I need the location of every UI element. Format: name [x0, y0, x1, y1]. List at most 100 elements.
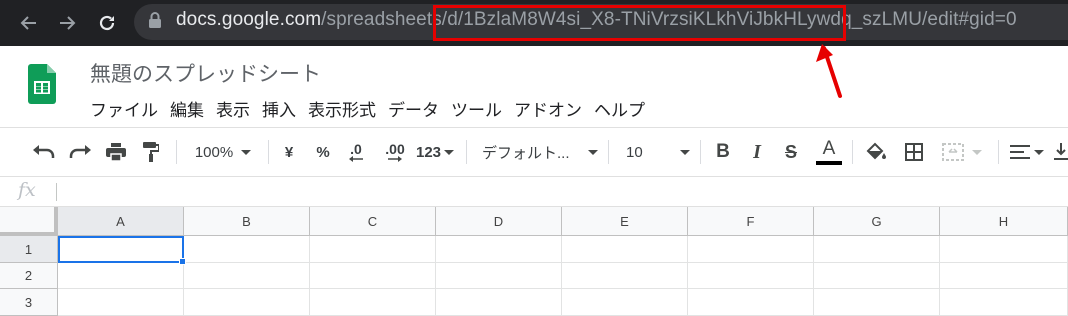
zoom-select[interactable]: 100%: [186, 128, 260, 176]
cell-c2[interactable]: [310, 263, 436, 289]
font-size-select[interactable]: 10: [626, 128, 690, 176]
column-header-h[interactable]: H: [940, 207, 1068, 236]
column-header-e[interactable]: E: [562, 207, 688, 236]
text-color-label: A: [822, 137, 836, 159]
toolbar-divider: [608, 140, 609, 164]
strikethrough-button[interactable]: S: [778, 128, 804, 176]
italic-label: I: [753, 140, 761, 163]
cell-b2[interactable]: [184, 263, 310, 289]
text-color-button[interactable]: A: [814, 128, 844, 176]
italic-button[interactable]: I: [744, 128, 770, 176]
percent-button[interactable]: %: [310, 128, 336, 176]
print-icon[interactable]: [102, 128, 130, 176]
column-header-c[interactable]: C: [310, 207, 436, 236]
cell-g3[interactable]: [814, 289, 940, 316]
cell-a3[interactable]: [58, 289, 184, 316]
row-header-3[interactable]: 3: [0, 289, 58, 316]
toolbar-divider: [176, 140, 177, 164]
font-size-value: 10: [626, 143, 643, 161]
cell-b1[interactable]: [184, 236, 310, 263]
toolbar-divider: [268, 140, 269, 164]
chevron-down-icon: [588, 149, 598, 155]
menu-edit[interactable]: 編集: [170, 96, 204, 121]
lock-icon: [148, 11, 162, 33]
column-header-b[interactable]: B: [184, 207, 310, 236]
merge-cells-icon[interactable]: [938, 128, 986, 176]
decrease-decimal-button[interactable]: .0: [342, 128, 370, 176]
sheets-logo-icon[interactable]: [28, 64, 56, 108]
chevron-down-icon: [444, 149, 455, 155]
menu-file[interactable]: ファイル: [90, 96, 158, 121]
cell-f2[interactable]: [688, 263, 814, 289]
font-select[interactable]: デフォルト...: [482, 128, 598, 176]
chevron-down-icon: [1034, 149, 1044, 155]
menu-help[interactable]: ヘルプ: [594, 96, 645, 121]
increase-decimal-button[interactable]: .00: [378, 128, 412, 176]
column-header-d[interactable]: D: [436, 207, 562, 236]
cell-d1[interactable]: [436, 236, 562, 263]
vertical-align-icon[interactable]: [1054, 128, 1068, 176]
strikethrough-label: S: [784, 141, 797, 162]
cell-g2[interactable]: [814, 263, 940, 289]
active-cell-a1[interactable]: [58, 236, 184, 263]
fx-icon: fx: [18, 179, 36, 201]
cell-h2[interactable]: [940, 263, 1068, 289]
chevron-down-icon: [972, 149, 982, 155]
cell-h1[interactable]: [940, 236, 1068, 263]
column-header-f[interactable]: F: [688, 207, 814, 236]
borders-icon[interactable]: [900, 128, 928, 176]
menu-data[interactable]: データ: [388, 96, 439, 121]
menu-tools[interactable]: ツール: [451, 96, 502, 121]
menu-view[interactable]: 表示: [216, 96, 250, 121]
arrow-right-icon: [388, 156, 402, 162]
menu-insert[interactable]: 挿入: [262, 96, 296, 121]
cell-f1[interactable]: [688, 236, 814, 263]
undo-icon[interactable]: [30, 128, 58, 176]
currency-button[interactable]: ¥: [276, 128, 302, 176]
reload-icon[interactable]: [92, 8, 122, 38]
select-all-corner[interactable]: [0, 207, 58, 236]
menu-format[interactable]: 表示形式: [308, 96, 376, 121]
redo-icon[interactable]: [66, 128, 94, 176]
annotation-arrow-icon: [816, 44, 842, 98]
row-header-1[interactable]: 1: [0, 236, 58, 263]
fill-color-icon[interactable]: [862, 128, 890, 176]
row-header-2[interactable]: 2: [0, 263, 58, 289]
horizontal-align-icon[interactable]: [1006, 128, 1048, 176]
percent-label: %: [316, 143, 330, 161]
formula-bar[interactable]: fx: [0, 177, 1068, 207]
back-icon[interactable]: [14, 8, 44, 38]
menu-addons[interactable]: アドオン: [514, 96, 582, 121]
cell-d3[interactable]: [436, 289, 562, 316]
bold-button[interactable]: B: [710, 128, 736, 176]
cell-g1[interactable]: [814, 236, 940, 263]
formatting-toolbar: 100% ¥ % .0 .00 123 デフォルト... 10 B I S A: [0, 127, 1068, 177]
currency-label: ¥: [284, 143, 294, 161]
doc-id-highlight-box: [433, 5, 846, 41]
fill-handle[interactable]: [179, 258, 186, 265]
cell-b3[interactable]: [184, 289, 310, 316]
more-formats-label: 123: [415, 143, 442, 161]
document-title[interactable]: 無題のスプレッドシート: [90, 58, 321, 88]
cell-f3[interactable]: [688, 289, 814, 316]
paint-format-icon[interactable]: [138, 128, 164, 176]
toolbar-divider: [998, 140, 999, 164]
cell-a2[interactable]: [58, 263, 184, 289]
formula-bar-divider: [56, 183, 57, 201]
cell-c1[interactable]: [310, 236, 436, 263]
column-header-a[interactable]: A: [58, 207, 184, 236]
cell-d2[interactable]: [436, 263, 562, 289]
cell-e3[interactable]: [562, 289, 688, 316]
decrease-decimal-label: .0: [350, 141, 362, 157]
text-color-swatch: [816, 160, 842, 165]
column-header-g[interactable]: G: [814, 207, 940, 236]
spreadsheet-grid[interactable]: A B C D E F G H 1 2 3: [0, 207, 1068, 316]
more-formats-select[interactable]: 123: [414, 128, 456, 176]
cell-h3[interactable]: [940, 289, 1068, 316]
cell-c3[interactable]: [310, 289, 436, 316]
increase-decimal-label: .00: [385, 141, 405, 157]
cell-e2[interactable]: [562, 263, 688, 289]
forward-icon[interactable]: [52, 8, 82, 38]
menu-bar: ファイル 編集 表示 挿入 表示形式 データ ツール アドオン ヘルプ: [90, 96, 645, 121]
cell-e1[interactable]: [562, 236, 688, 263]
